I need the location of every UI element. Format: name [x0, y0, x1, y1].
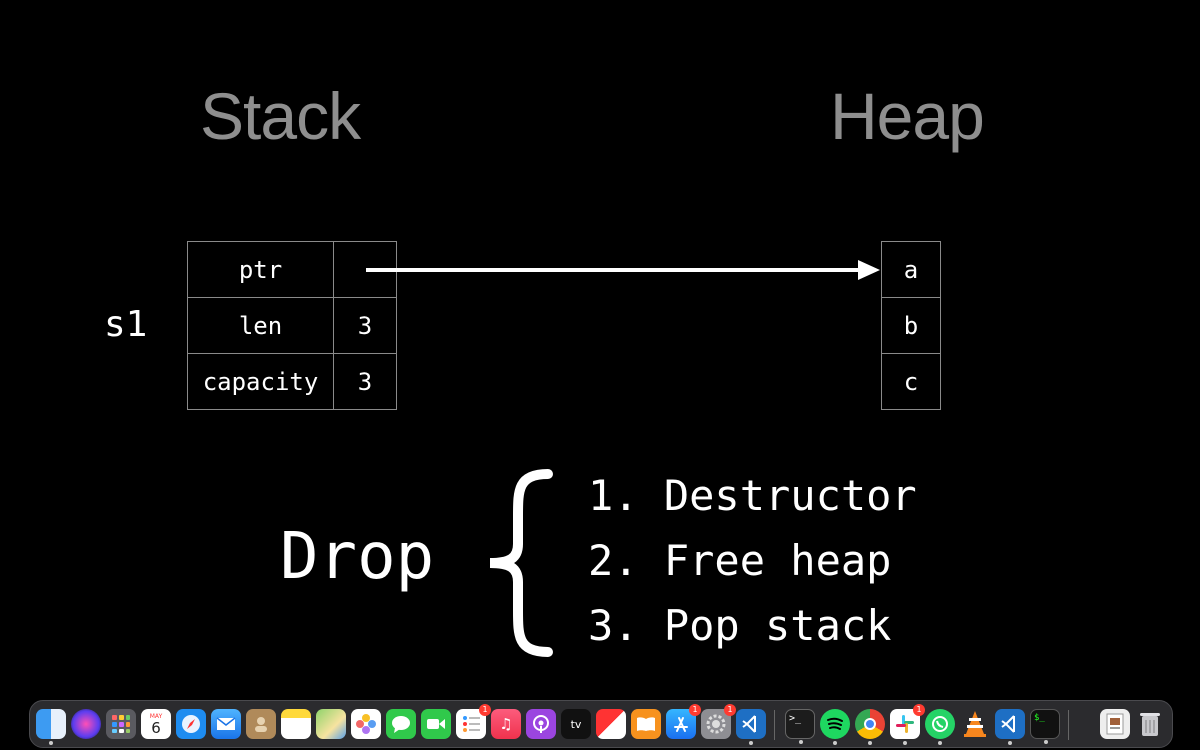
- broadcast-icon: [533, 715, 549, 733]
- stack-row-len: len 3: [187, 297, 397, 354]
- heap-cell: c: [881, 353, 941, 410]
- stack-field-value: 3: [333, 353, 397, 410]
- heap-cell: a: [881, 241, 941, 298]
- safari-icon[interactable]: [176, 709, 206, 739]
- a-icon: [674, 717, 688, 732]
- calendar-day: 6: [151, 718, 161, 737]
- running-indicator: [938, 741, 942, 745]
- running-indicator: [749, 741, 753, 745]
- phone-bubble-icon: [932, 716, 948, 732]
- vscode-insiders-icon[interactable]: [995, 709, 1025, 745]
- photos-icon[interactable]: [351, 709, 381, 739]
- iterm-icon[interactable]: $_: [1030, 709, 1060, 744]
- drop-label: Drop: [280, 520, 435, 594]
- facetime-icon[interactable]: [421, 709, 451, 739]
- dock: MAY 6 1 ♫ tv 1 1 >_ 1 $_: [29, 700, 1173, 748]
- stack-row-capacity: capacity 3: [187, 353, 397, 410]
- chrome-icon[interactable]: [855, 709, 885, 745]
- appstore-icon[interactable]: 1: [666, 704, 701, 739]
- sound-waves-icon: [827, 717, 843, 730]
- person-icon: [255, 717, 267, 732]
- vscode-icon[interactable]: [736, 709, 766, 745]
- notification-badge: 1: [479, 704, 491, 716]
- stack-field-name: len: [187, 297, 334, 354]
- running-indicator: [799, 740, 803, 744]
- notification-badge: 1: [689, 704, 701, 716]
- flower-icon: [356, 714, 376, 734]
- pointer-arrow: [366, 260, 880, 280]
- spotify-icon[interactable]: [820, 709, 850, 745]
- stack-field-name: ptr: [187, 241, 334, 298]
- appletv-icon[interactable]: tv: [561, 709, 591, 739]
- heap-cell: b: [881, 297, 941, 354]
- envelope-icon: [216, 717, 236, 730]
- traffic-cone-icon: [964, 711, 986, 737]
- reminders-icon[interactable]: 1: [456, 704, 491, 739]
- running-indicator: [49, 741, 53, 745]
- calendar-icon[interactable]: MAY 6: [141, 709, 171, 739]
- music-note-icon: ♫: [499, 715, 513, 733]
- whatsapp-icon[interactable]: [925, 709, 955, 745]
- books-icon[interactable]: [631, 709, 661, 739]
- variable-name: s1: [104, 304, 148, 345]
- running-indicator: [1044, 740, 1048, 744]
- open-book-icon: [637, 717, 655, 731]
- stack-heading: Stack: [200, 79, 361, 153]
- curly-brace-icon: [489, 469, 553, 657]
- code-chevron-icon: [1001, 715, 1015, 733]
- dock-divider: [774, 710, 775, 740]
- list-icon: [463, 716, 480, 732]
- preview-icon[interactable]: [1100, 709, 1130, 739]
- chrome-center-icon: [864, 718, 876, 730]
- finder-icon[interactable]: [36, 709, 66, 745]
- speech-bubble-icon: [392, 716, 410, 733]
- notes-icon[interactable]: [281, 709, 311, 739]
- music-icon[interactable]: ♫: [491, 709, 521, 739]
- slack-icon[interactable]: 1: [890, 704, 925, 745]
- stack-field-value: 3: [333, 297, 397, 354]
- notification-badge: 1: [913, 704, 925, 716]
- mail-icon[interactable]: [211, 709, 241, 739]
- settings-icon[interactable]: 1: [701, 704, 736, 739]
- podcasts-icon[interactable]: [526, 709, 556, 739]
- appletv-label: tv: [570, 717, 582, 731]
- heap-buffer-table: a b c: [881, 241, 941, 410]
- drop-step: 1. Destructor: [588, 471, 917, 520]
- stack-field-name: capacity: [187, 353, 334, 410]
- running-indicator: [868, 741, 872, 745]
- video-camera-icon: [427, 719, 445, 729]
- trash-icon[interactable]: [1135, 709, 1165, 739]
- prompt-icon: >_: [789, 713, 802, 724]
- document-icon: [1106, 713, 1124, 735]
- gear-icon: [706, 714, 726, 734]
- hash-icon: [896, 715, 914, 733]
- messages-icon[interactable]: [386, 709, 416, 739]
- terminal-icon[interactable]: >_: [785, 709, 815, 744]
- vlc-icon[interactable]: [960, 709, 990, 739]
- running-indicator: [903, 741, 907, 745]
- launchpad-icon[interactable]: [106, 709, 136, 739]
- running-indicator: [833, 741, 837, 745]
- heap-heading: Heap: [830, 79, 985, 153]
- drop-steps-list: 1. Destructor 2. Free heap 3. Pop stack: [588, 472, 917, 667]
- prompt-icon: $_: [1034, 713, 1045, 723]
- code-chevron-icon: [742, 715, 756, 733]
- compass-icon: [182, 715, 200, 733]
- trash-can-icon: [1140, 713, 1160, 736]
- siri-icon[interactable]: [71, 709, 101, 739]
- notification-badge: 1: [724, 704, 736, 716]
- drop-step: 2. Free heap: [588, 536, 892, 585]
- contacts-icon[interactable]: [246, 709, 276, 739]
- dock-divider: [1068, 710, 1069, 740]
- drop-step: 3. Pop stack: [588, 601, 892, 650]
- running-indicator: [1008, 741, 1012, 745]
- grid-icon: [112, 715, 130, 733]
- maps-icon[interactable]: [316, 709, 346, 739]
- news-icon[interactable]: [596, 709, 626, 739]
